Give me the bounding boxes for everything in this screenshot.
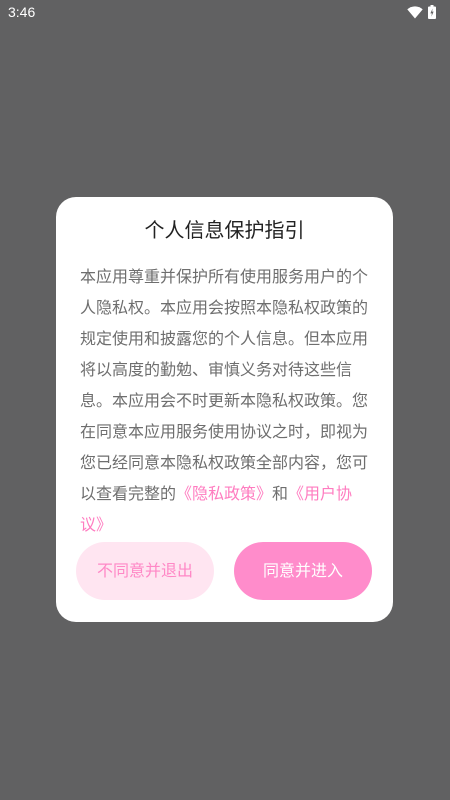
conjunction-text: 和 [272, 484, 289, 503]
battery-icon [428, 5, 436, 19]
status-bar: 3:46 [0, 0, 450, 24]
dialog-body: 本应用尊重并保护所有使用服务用户的个人隐私权。本应用会按照本隐私权政策的规定使用… [80, 261, 372, 540]
privacy-policy-link[interactable]: 《隐私政策》 [176, 484, 272, 503]
dialog-title: 个人信息保护指引 [144, 218, 305, 242]
status-icons [407, 4, 436, 20]
disagree-exit-button[interactable]: 不同意并退出 [76, 542, 214, 600]
privacy-dialog: 个人信息保护指引 本应用尊重并保护所有使用服务用户的个人隐私权。本应用会按照本隐… [56, 197, 393, 622]
dialog-body-text: 本应用尊重并保护所有使用服务用户的个人隐私权。本应用会按照本隐私权政策的规定使用… [80, 267, 369, 503]
wifi-icon [407, 5, 423, 19]
agree-enter-button[interactable]: 同意并进入 [234, 542, 372, 600]
app-screen: 3:46 个人信息保护指引 本应用尊重并保护所有使用服务用户的个人隐私权。本应用… [0, 0, 450, 800]
status-time: 3:46 [8, 4, 36, 20]
